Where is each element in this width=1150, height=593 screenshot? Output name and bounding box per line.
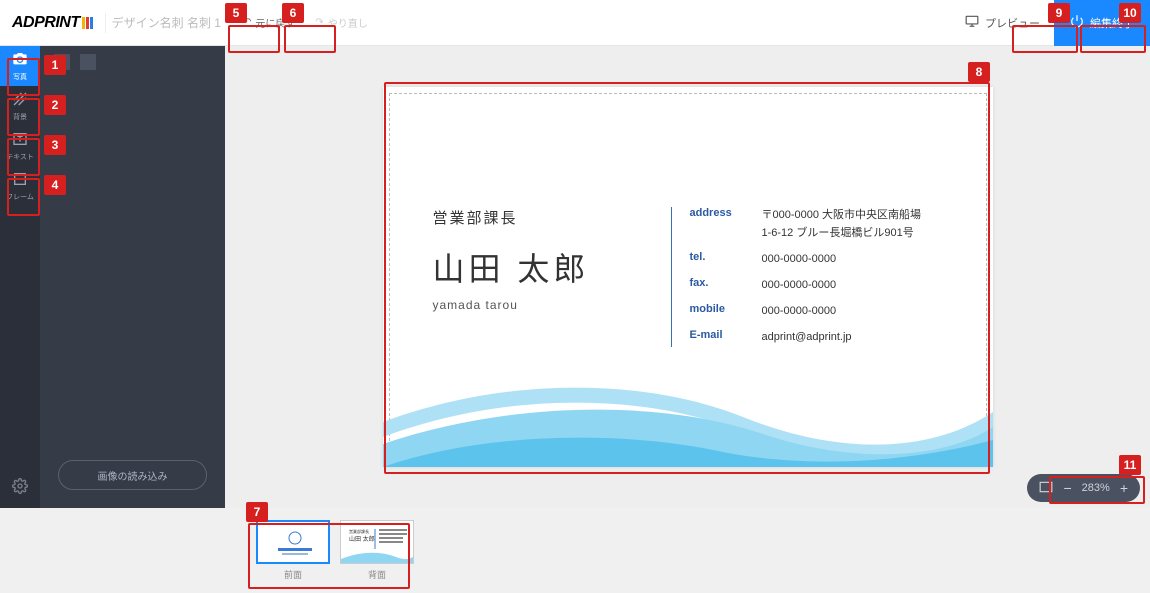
card-divider [671, 207, 672, 347]
card-name-jp[interactable]: 山田 太郎 [433, 244, 653, 290]
thumb-front-label: 前面 [284, 568, 302, 581]
rail-label: 背景 [13, 112, 27, 122]
field-label-fax[interactable]: fax. [690, 277, 748, 289]
thumb-front[interactable]: 前面 [256, 520, 330, 581]
load-image-button[interactable]: 画像の読み込み [58, 460, 207, 490]
field-label-address[interactable]: address [690, 207, 748, 219]
document-title: デザイン名刺 名刺 1 [105, 13, 221, 33]
undo-icon: ↶ [243, 17, 251, 28]
field-value-fax[interactable]: 000-0000-0000 [762, 277, 922, 295]
card-name-en[interactable]: yamada tarou [433, 298, 653, 312]
field-label-mobile[interactable]: mobile [690, 303, 748, 315]
monitor-icon [965, 14, 979, 31]
preview-button[interactable]: プレビュー [951, 6, 1054, 39]
text-icon [12, 131, 28, 150]
page-thumbnails: 前面 営業部課長山田 太郎 背面 [0, 508, 1150, 593]
redo-icon: ↷ [315, 17, 323, 28]
field-value-tel[interactable]: 000-0000-0000 [762, 251, 922, 269]
rail-item-text[interactable]: テキスト [0, 126, 40, 166]
settings-button[interactable] [0, 468, 40, 508]
rail-item-background[interactable]: 背景 [0, 86, 40, 126]
rail-label: 写真 [13, 72, 27, 82]
undo-button[interactable]: ↶ 元に戻す [233, 9, 305, 36]
thumb-front-image [256, 520, 330, 564]
thumb-back[interactable]: 営業部課長山田 太郎 背面 [340, 520, 414, 581]
power-icon [1070, 14, 1084, 31]
grid-view-button[interactable] [54, 54, 70, 70]
rail-label: テキスト [6, 152, 34, 162]
texture-icon [12, 91, 28, 110]
view-switch [40, 46, 225, 78]
fit-icon[interactable] [1039, 481, 1053, 496]
field-label-tel[interactable]: tel. [690, 251, 748, 263]
card-content: 営業部課長 山田 太郎 yamada tarou address 〒000-00… [433, 207, 953, 347]
field-label-email[interactable]: E-mail [690, 329, 748, 341]
card-wave-graphic [383, 372, 993, 467]
top-bar: ADPRINT デザイン名刺 名刺 1 ↶ 元に戻す ↷ やり直し プレビュー … [0, 0, 1150, 46]
field-value-email[interactable]: adprint@adprint.jp [762, 329, 922, 347]
rail-item-photo[interactable]: 写真 [0, 46, 40, 86]
field-value-mobile[interactable]: 000-0000-0000 [762, 303, 922, 321]
svg-text:山田 太郎: 山田 太郎 [349, 535, 375, 543]
redo-button[interactable]: ↷ やり直し [305, 9, 377, 36]
field-value-address[interactable]: 〒000-0000 大阪市中央区南船場 1-6-12 ブルー長堀橋ビル901号 [762, 207, 922, 242]
camera-icon [12, 51, 28, 70]
svg-text:営業部課長: 営業部課長 [349, 528, 369, 534]
side-panel: 画像の読み込み [40, 46, 225, 508]
zoom-in-button[interactable]: + [1120, 480, 1128, 496]
tool-rail: 写真 背景 テキスト フレーム [0, 46, 40, 508]
redo-label: やり直し [328, 15, 368, 30]
done-label: 編集終了 [1090, 15, 1134, 31]
rail-item-frame[interactable]: フレーム [0, 166, 40, 206]
undo-label: 元に戻す [255, 15, 295, 30]
rail-label: フレーム [6, 192, 34, 202]
zoom-control: − 283% + [1027, 474, 1140, 502]
main-area: 写真 背景 テキスト フレーム 画像の読み込み [0, 46, 1150, 508]
zoom-out-button[interactable]: − [1063, 480, 1071, 496]
thumb-back-label: 背面 [368, 568, 386, 581]
thumb-back-image: 営業部課長山田 太郎 [340, 520, 414, 564]
preview-label: プレビュー [985, 15, 1040, 31]
canvas-card[interactable]: 営業部課長 山田 太郎 yamada tarou address 〒000-00… [383, 87, 993, 467]
single-view-button[interactable] [80, 54, 96, 70]
frame-icon [12, 171, 28, 190]
logo: ADPRINT [0, 14, 105, 32]
card-role[interactable]: 営業部課長 [433, 207, 653, 228]
gear-icon [12, 478, 28, 499]
zoom-value: 283% [1082, 482, 1110, 494]
card-fields: address 〒000-0000 大阪市中央区南船場 1-6-12 ブルー長堀… [690, 207, 922, 347]
canvas-area[interactable]: 営業部課長 山田 太郎 yamada tarou address 〒000-00… [225, 46, 1150, 508]
done-button[interactable]: 編集終了 [1054, 0, 1150, 46]
history-buttons: ↶ 元に戻す ↷ やり直し [233, 9, 378, 36]
